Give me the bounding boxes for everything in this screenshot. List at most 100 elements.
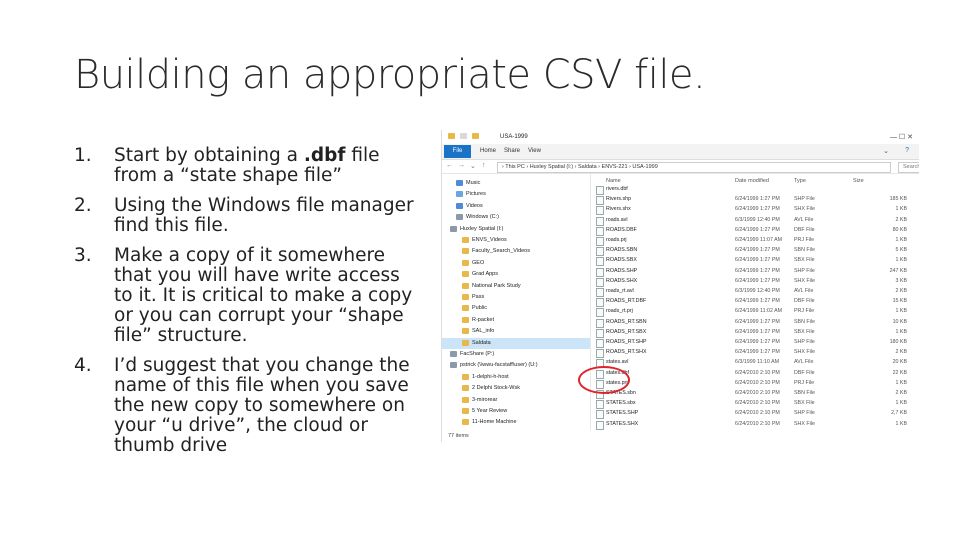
nav-item-label: GEO — [472, 259, 485, 266]
bullet-text: Using the Windows file manager find this… — [114, 195, 414, 236]
nav-folder-icon — [450, 351, 457, 357]
nav-item-label: 5 Year Review — [472, 408, 508, 414]
file-size: 10 KB — [892, 318, 907, 325]
file-row: STATES.SHX 6/24/2010 2:10 PM SHX File 1 KB — [591, 419, 919, 430]
help-icon: ? — [905, 147, 909, 154]
bullet-text: Start by obtaining a — [114, 145, 304, 166]
nav-item-label: FacShare (P:) — [460, 351, 495, 357]
nav-item-label: 3-mirorear — [472, 396, 498, 403]
nav-item-label: ENVS_Videos — [472, 237, 507, 243]
recent-dropdown-icon: ⌄ — [470, 163, 476, 170]
nav-item-label: Grad Apps — [472, 271, 498, 278]
file-date: 6/24/1999 1:27 PM — [735, 226, 780, 233]
file-date: 6/3/1999 12:40 PM — [735, 216, 780, 223]
search-box: Search USA-1999 — [898, 162, 919, 173]
file-size: 1 KB — [895, 237, 907, 243]
file-date: 6/24/1999 1:27 PM — [735, 277, 780, 284]
file-type: PRJ File — [794, 237, 815, 243]
file-name: ROADS_RT.SHP — [606, 339, 647, 345]
bullet-number: 4. — [74, 355, 92, 376]
file-size: 1 KB — [895, 379, 907, 386]
file-icon — [596, 420, 604, 430]
nav-item: ENVS_Videos — [442, 235, 590, 246]
nav-folder-icon — [462, 305, 469, 312]
file-explorer-screenshot: USA-1999 — ☐ ✕ File Home Share View ⌄ ? … — [441, 130, 919, 442]
nav-folder-icon — [456, 202, 463, 209]
file-list: Name Date modified Type Size rivers.dbf R… — [591, 174, 919, 430]
file-date: 6/24/1999 1:27 PM — [735, 257, 780, 264]
nav-folder-icon — [462, 316, 469, 323]
file-date: 6/3/1999 12:40 PM — [735, 288, 780, 294]
file-name: ROADS_RT.SBN — [606, 318, 647, 325]
file-date: 6/24/2010 2:10 PM — [735, 420, 780, 427]
file-name: ROADS.SHP — [606, 267, 638, 274]
nav-item: 3-mirorear — [442, 395, 590, 406]
nav-item: FacShare (P:) — [442, 349, 590, 360]
slide: Building an appropriate CSV file. 1. Star… — [0, 0, 960, 540]
file-type: SBN File — [794, 390, 815, 396]
nav-item: 5 Year Review — [442, 406, 590, 417]
file-type: SHP File — [794, 196, 815, 203]
status-bar: 77 items — [442, 432, 919, 442]
file-name: ROADS_RT.DBF — [606, 298, 647, 305]
file-date: 6/24/1999 11:02 AM — [735, 308, 783, 315]
folder-icon — [448, 133, 455, 139]
file-name: rivers.dbf — [606, 186, 628, 192]
file-type: SHX File — [794, 206, 815, 213]
nav-item: pstrick (\\wwu-facstaff\user) (U:) — [442, 360, 590, 371]
address-bar: ← → ⌄ ↑ › This PC › Huxley Spatial (I:) … — [442, 160, 919, 174]
file-size: 80 KB — [892, 226, 907, 233]
nav-item: Music — [442, 178, 590, 189]
file-type: AVL File — [794, 216, 814, 223]
file-name: ROADS.SBN — [606, 247, 638, 254]
nav-item: GEO — [442, 258, 590, 269]
file-type: SHX File — [794, 349, 815, 356]
file-name: ROADS.DBF — [606, 226, 637, 233]
nav-folder-icon — [462, 408, 469, 414]
file-size: 5 KB — [895, 247, 907, 254]
file-name: STATES.SHP — [606, 410, 639, 417]
file-date: 6/24/1999 1:27 PM — [735, 349, 780, 356]
file-name: roads_rt.prj — [606, 308, 633, 315]
nav-item: Faculty_Search_Videos — [442, 246, 590, 257]
nav-item-label: 1-delphi-h-host — [472, 373, 509, 380]
nav-item-label: 2 Delphi Stock-Wsk — [472, 385, 520, 392]
file-type: DBF File — [794, 369, 815, 376]
file-size: 22 KB — [892, 369, 907, 376]
file-type: AVL File — [794, 359, 814, 366]
nav-item-label: SAL_info — [472, 328, 495, 335]
nav-item: Videos — [442, 201, 590, 212]
ribbon-tab-home: Home — [480, 148, 497, 154]
ribbon-tab-share: Share — [504, 148, 521, 154]
file-date: 6/24/1999 1:27 PM — [735, 196, 780, 203]
file-size: 3 KB — [895, 277, 907, 284]
nav-item-label: Pictures — [466, 191, 486, 198]
file-type: SBX File — [794, 400, 815, 407]
nav-folder-icon — [456, 214, 463, 221]
file-name: ROADS_RT.SBX — [606, 328, 647, 335]
nav-item: National Park Study — [442, 281, 590, 292]
file-size: 247 KB — [889, 267, 907, 274]
nav-folder-icon — [450, 225, 457, 232]
nav-folder-icon — [462, 328, 469, 335]
file-size: 1 KB — [895, 206, 907, 213]
nav-item: Pass — [442, 292, 590, 303]
bullet-list: 1. Start by obtaining a .dbf file from a … — [74, 146, 424, 466]
file-type: SHP File — [794, 267, 815, 274]
nav-item-label: 11-Home Machine — [472, 419, 517, 426]
nav-item: 1-delphi-h-host — [442, 372, 590, 383]
nav-item-label: Huxley Spatial (I:) — [460, 225, 504, 232]
file-name: roads_rt.avl — [606, 288, 634, 294]
file-name: states.avl — [606, 359, 629, 366]
file-date: 6/24/1999 1:27 PM — [735, 298, 780, 305]
new-folder-icon — [472, 133, 479, 139]
nav-item-label: Saldata — [472, 339, 491, 346]
nav-item: Saldata — [442, 337, 590, 349]
file-tab: File — [444, 145, 471, 158]
nav-folder-icon — [456, 180, 463, 186]
file-type: AVL File — [794, 288, 814, 294]
file-type: SBN File — [794, 247, 815, 254]
nav-item: Pictures — [442, 189, 590, 200]
bullet-number: 2. — [74, 195, 92, 216]
file-date: 6/24/1999 1:27 PM — [735, 339, 780, 345]
